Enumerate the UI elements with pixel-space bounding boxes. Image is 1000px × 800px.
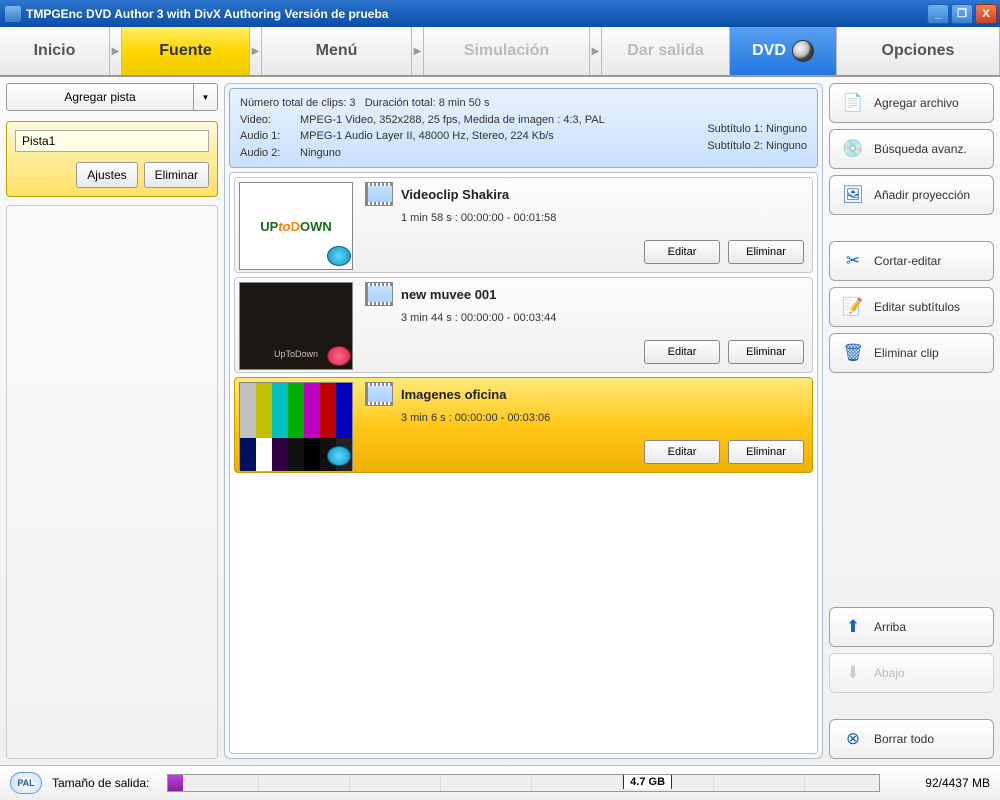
- film-icon: [365, 382, 393, 406]
- borrar-todo-button[interactable]: ⊗Borrar todo: [829, 719, 994, 759]
- size-capacity-marker: 4.7 GB: [623, 775, 672, 789]
- film-icon: [365, 182, 393, 206]
- step-arrow-icon: ▶: [412, 27, 424, 75]
- tab-simulacion[interactable]: Simulación: [424, 27, 590, 75]
- agregar-archivo-button[interactable]: 📄Agregar archivo: [829, 83, 994, 123]
- tab-dvd[interactable]: DVD: [730, 27, 837, 75]
- clip-duration: 3 min 44 s : 00:00:00 - 00:03:44: [401, 312, 804, 324]
- right-panel: 📄Agregar archivo 💿Búsqueda avanz. 🖼Añadi…: [829, 83, 994, 759]
- step-arrow-icon: ▶: [110, 27, 122, 75]
- track-list-empty: [6, 205, 218, 759]
- clip-duration: 3 min 6 s : 00:00:00 - 00:03:06: [401, 412, 804, 424]
- disc-icon: [792, 40, 814, 62]
- scissors-icon: ✂: [842, 250, 864, 272]
- arrow-down-icon: ⬇: [842, 662, 864, 684]
- badge-icon: [327, 446, 351, 466]
- clip-edit-button[interactable]: Editar: [644, 440, 720, 464]
- clip-row[interactable]: Imagenes oficina 3 min 6 s : 00:00:00 - …: [234, 377, 813, 473]
- left-panel: Agregar pista ▼ Ajustes Eliminar: [6, 83, 218, 759]
- pal-badge: PAL: [10, 772, 42, 794]
- close-button[interactable]: X: [975, 4, 997, 24]
- add-track-dropdown[interactable]: ▼: [194, 83, 218, 111]
- size-bar: 4.7 GB: [167, 774, 880, 792]
- clip-duration: 1 min 58 s : 00:00:00 - 00:01:58: [401, 212, 804, 224]
- clip-title: Imagenes oficina: [401, 387, 506, 402]
- tab-inicio[interactable]: Inicio: [0, 27, 110, 75]
- clip-row[interactable]: UpToDown new muvee 001 3 min 44 s : 00:0…: [234, 277, 813, 373]
- badge-icon: [327, 246, 351, 266]
- tab-opciones[interactable]: Opciones: [837, 27, 1000, 75]
- add-track: Agregar pista ▼: [6, 83, 218, 111]
- editar-subtitulos-button[interactable]: 📝Editar subtítulos: [829, 287, 994, 327]
- badge-icon: [327, 346, 351, 366]
- tab-menu[interactable]: Menú: [262, 27, 412, 75]
- eliminar-track-button[interactable]: Eliminar: [144, 162, 209, 188]
- arrow-up-icon: ⬆: [842, 616, 864, 638]
- arriba-button[interactable]: ⬆Arriba: [829, 607, 994, 647]
- subtitle-icon: 📝: [842, 296, 864, 318]
- size-mb-text: 92/4437 MB: [890, 776, 990, 790]
- clip-delete-button[interactable]: Eliminar: [728, 440, 804, 464]
- clip-title: Videoclip Shakira: [401, 187, 509, 202]
- cortar-editar-button[interactable]: ✂Cortar-editar: [829, 241, 994, 281]
- clip-edit-button[interactable]: Editar: [644, 340, 720, 364]
- size-bar-fill: [168, 775, 182, 791]
- clips-list: UPtoDOWN Videoclip Shakira 1 min 58 s : …: [229, 172, 818, 754]
- step-tabs: Inicio ▶ Fuente ▶ Menú ▶ Simulación ▶ Da…: [0, 27, 1000, 77]
- center-panel: Número total de clips: 3 Duración total:…: [224, 83, 823, 759]
- eliminar-clip-button[interactable]: 🗑Eliminar clip: [829, 333, 994, 373]
- busqueda-avanzada-button[interactable]: 💿Búsqueda avanz.: [829, 129, 994, 169]
- clip-edit-button[interactable]: Editar: [644, 240, 720, 264]
- clip-delete-button[interactable]: Eliminar: [728, 340, 804, 364]
- ajustes-button[interactable]: Ajustes: [76, 162, 137, 188]
- step-arrow-icon: ▶: [590, 27, 602, 75]
- size-label: Tamaño de salida:: [52, 776, 149, 790]
- titlebar: TMPGEnc DVD Author 3 with DivX Authoring…: [0, 0, 1000, 27]
- clip-row[interactable]: UPtoDOWN Videoclip Shakira 1 min 58 s : …: [234, 177, 813, 273]
- search-disc-icon: 💿: [842, 138, 864, 160]
- app-icon: [5, 6, 21, 22]
- step-arrow-icon: ▶: [250, 27, 262, 75]
- add-track-button[interactable]: Agregar pista: [6, 83, 194, 111]
- film-icon: [365, 282, 393, 306]
- work-area: Agregar pista ▼ Ajustes Eliminar Número …: [0, 77, 1000, 765]
- tab-salida[interactable]: Dar salida: [602, 27, 730, 75]
- clip-delete-button[interactable]: Eliminar: [728, 240, 804, 264]
- trash-icon: 🗑: [842, 342, 864, 364]
- maximize-button[interactable]: ❐: [951, 4, 973, 24]
- slideshow-icon: 🖼: [842, 184, 864, 206]
- status-bar: PAL Tamaño de salida: 4.7 GB 92/4437 MB: [0, 765, 1000, 800]
- tab-fuente[interactable]: Fuente: [122, 27, 250, 75]
- info-header: Número total de clips: 3 Duración total:…: [229, 88, 818, 168]
- window-title: TMPGEnc DVD Author 3 with DivX Authoring…: [26, 7, 927, 21]
- minimize-button[interactable]: _: [927, 4, 949, 24]
- track-name-input[interactable]: [15, 130, 209, 152]
- clip-title: new muvee 001: [401, 287, 496, 302]
- file-add-icon: 📄: [842, 92, 864, 114]
- anadir-proyeccion-button[interactable]: 🖼Añadir proyección: [829, 175, 994, 215]
- track-box: Ajustes Eliminar: [6, 121, 218, 197]
- delete-all-icon: ⊗: [842, 728, 864, 750]
- abajo-button[interactable]: ⬇Abajo: [829, 653, 994, 693]
